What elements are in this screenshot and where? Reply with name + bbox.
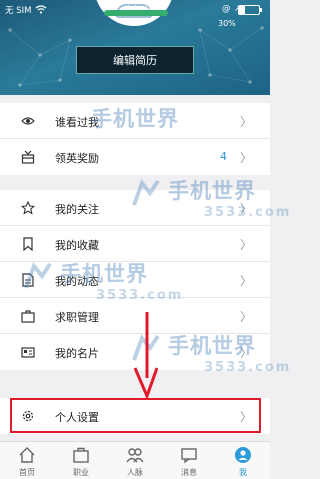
menu-item-favorites[interactable]: 我的收藏 〉 bbox=[0, 226, 270, 262]
wifi-icon bbox=[35, 5, 47, 14]
message-icon bbox=[181, 448, 197, 464]
bookmark-icon bbox=[23, 237, 33, 251]
menu-group-settings: 个人设置 〉 bbox=[0, 398, 270, 434]
tab-home[interactable]: 首页 bbox=[0, 442, 54, 479]
chevron-right-icon: 〉 bbox=[240, 238, 253, 252]
menu-item-label: 个人设置 bbox=[55, 411, 99, 424]
eye-icon bbox=[21, 117, 35, 125]
menu-item-label: 求职管理 bbox=[55, 311, 99, 324]
chevron-right-icon: 〉 bbox=[240, 410, 253, 424]
menu-item-label: 我的名片 bbox=[55, 347, 99, 360]
briefcase-icon bbox=[73, 447, 89, 463]
gear-icon bbox=[22, 410, 34, 422]
menu-item-settings[interactable]: 个人设置 〉 bbox=[0, 398, 270, 434]
tab-network[interactable]: 人脉 bbox=[108, 442, 162, 479]
chevron-right-icon: 〉 bbox=[240, 151, 253, 165]
tab-bar: 首页 职业 人脉 消息 我 bbox=[0, 441, 270, 479]
me-icon bbox=[235, 447, 251, 463]
battery-tip bbox=[260, 8, 262, 12]
menu-item-label: 谁看过我 bbox=[55, 116, 99, 129]
chevron-right-icon: 〉 bbox=[240, 346, 253, 360]
tab-messages[interactable]: 消息 bbox=[162, 442, 216, 479]
menu-item-label: 我的动态 bbox=[55, 275, 99, 288]
chevron-right-icon: 〉 bbox=[240, 115, 253, 129]
red-arrow-annotation bbox=[133, 312, 158, 398]
tab-jobs[interactable]: 职业 bbox=[54, 442, 108, 479]
menu-item-label: 我的关注 bbox=[55, 203, 99, 216]
menu-item-following[interactable]: 我的关注 〉 bbox=[0, 190, 270, 226]
edit-resume-button[interactable]: 编辑简历 bbox=[76, 46, 194, 74]
id-card-icon bbox=[21, 347, 35, 358]
menu-item-label: 领英奖励 bbox=[55, 152, 99, 165]
tab-me[interactable]: 我 bbox=[216, 442, 270, 479]
chevron-right-icon: 〉 bbox=[240, 202, 253, 216]
home-icon bbox=[19, 447, 35, 463]
document-icon bbox=[22, 273, 34, 287]
location-icon: @ bbox=[222, 4, 231, 14]
profile-header: 无 SIM 上午4:26 @ ↗ 30% 编辑简历 bbox=[0, 0, 270, 95]
chevron-right-icon: 〉 bbox=[240, 310, 253, 324]
menu-item-viewed[interactable]: 谁看过我 〉 bbox=[0, 103, 270, 139]
star-icon bbox=[21, 201, 35, 215]
menu-item-rewards[interactable]: 领英奖励 4 〉 bbox=[0, 139, 270, 175]
battery-icon bbox=[238, 5, 260, 15]
username-highlight bbox=[104, 10, 168, 16]
menu-item-label: 我的收藏 bbox=[55, 239, 99, 252]
menu-group-insights: 谁看过我 〉 领英奖励 4 〉 bbox=[0, 103, 270, 175]
gift-icon bbox=[21, 150, 35, 164]
carrier-label: 无 SIM bbox=[5, 6, 32, 16]
battery-percent: 30% bbox=[218, 19, 236, 28]
menu-item-activity[interactable]: 我的动态 〉 bbox=[0, 262, 270, 298]
briefcase-icon bbox=[21, 310, 35, 323]
rewards-count-badge: 4 bbox=[220, 150, 227, 163]
chevron-right-icon: 〉 bbox=[240, 274, 253, 288]
people-icon bbox=[126, 448, 144, 463]
